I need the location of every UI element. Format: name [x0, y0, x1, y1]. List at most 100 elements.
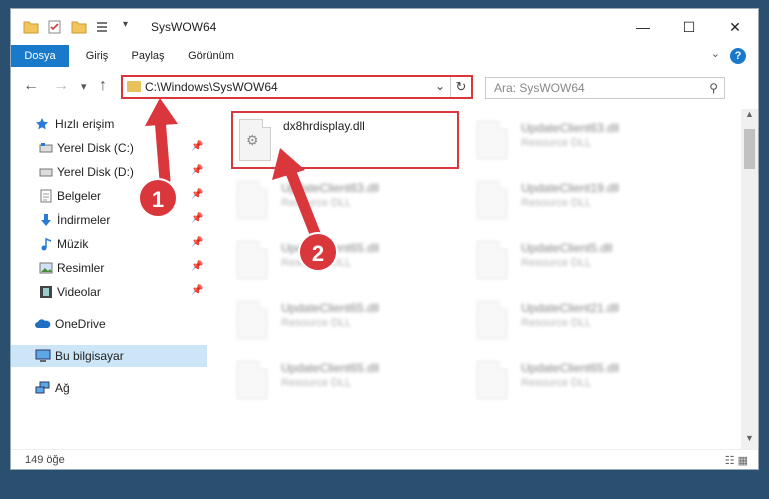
dll-file-icon: [477, 181, 507, 219]
sidebar-item-onedrive[interactable]: OneDrive: [11, 313, 207, 335]
file-item[interactable]: UpdateClient5.dll Resource DLL: [449, 237, 679, 285]
file-name: UpdateClient21.dll: [521, 301, 620, 315]
star-icon: [35, 117, 49, 131]
highlighted-file-item[interactable]: ⚙ dx8hrdisplay.dll: [231, 111, 459, 169]
file-item[interactable]: UpdateClient65.dll Resource DLL: [209, 297, 439, 345]
minimize-button[interactable]: —: [620, 9, 666, 45]
sidebar-item-label: OneDrive: [55, 317, 106, 331]
file-item[interactable]: UpdateClient65.dll Resource DLL: [449, 357, 679, 405]
sidebar-item-label: Belgeler: [57, 189, 102, 203]
dll-file-icon: [237, 361, 267, 399]
file-name: UpdateClient63.dll: [281, 181, 380, 195]
up-button[interactable]: ↑: [99, 77, 107, 95]
pin-icon: 📌: [191, 141, 204, 152]
sidebar-item-label: Resimler: [57, 261, 105, 275]
sidebar-item-downloads[interactable]: İndirmeler 📌: [11, 209, 207, 231]
refresh-button[interactable]: ↻: [450, 77, 471, 97]
chevron-down-icon[interactable]: ⌄: [711, 47, 720, 60]
file-item[interactable]: UpdateClient63.dll Resource DLL: [449, 117, 679, 165]
file-type: Resource DLL: [521, 197, 592, 209]
sidebar-item-pictures[interactable]: Resimler 📌: [11, 257, 207, 279]
tab-share[interactable]: Paylaş: [125, 45, 171, 67]
dll-file-icon: [477, 121, 507, 159]
gear-icon: ⚙: [246, 132, 259, 148]
file-type: Resource DLL: [281, 197, 352, 209]
sidebar-item-music[interactable]: Müzik 📌: [11, 233, 207, 255]
file-list: ⚙ dx8hrdisplay.dll UpdateClient63.dll Re…: [209, 109, 724, 449]
sidebar-item-label: Videolar: [57, 285, 101, 299]
scroll-thumb[interactable]: [744, 129, 755, 169]
file-item[interactable]: UpdateClient63.dll Resource DLL: [209, 177, 439, 225]
dll-file-icon: [477, 301, 507, 339]
pin-icon: 📌: [191, 189, 204, 200]
file-name: UpdateClient63.dll: [521, 121, 620, 135]
sidebar-item-label: İndirmeler: [57, 213, 111, 227]
recent-locations-button[interactable]: ▾: [81, 80, 87, 93]
sidebar-item-quick-access[interactable]: Hızlı erişim: [11, 113, 207, 135]
search-icon[interactable]: ⚲: [709, 81, 718, 95]
tab-view[interactable]: Görünüm: [181, 45, 241, 67]
dll-file-icon: [477, 361, 507, 399]
file-name: UpdateClient19.dll: [521, 181, 620, 195]
customize-chevron-icon[interactable]: ▾: [123, 19, 139, 35]
search-box[interactable]: Ara: SysWOW64 ⚲: [485, 77, 725, 99]
file-type: Resource DLL: [281, 317, 352, 329]
tab-home[interactable]: Giriş: [77, 45, 117, 67]
view-toggle-icon[interactable]: ☷ ▦: [725, 454, 748, 467]
new-folder-icon[interactable]: [71, 19, 87, 35]
tab-file[interactable]: Dosya: [11, 45, 69, 67]
file-item[interactable]: UpdateClient65.dll Resource DLL: [209, 357, 439, 405]
search-input[interactable]: Ara: SysWOW64: [494, 81, 585, 95]
back-button[interactable]: ←: [23, 77, 39, 95]
dll-file-icon: [237, 181, 267, 219]
sidebar-item-label: Yerel Disk (D:): [57, 165, 134, 179]
file-item[interactable]: UpdateClient21.dll Resource DLL: [449, 297, 679, 345]
document-icon: [39, 189, 53, 203]
pin-icon: 📌: [191, 261, 204, 272]
sidebar-item-label: Bu bilgisayar: [55, 349, 124, 363]
file-type: Resource DLL: [281, 377, 352, 389]
address-bar[interactable]: C:\Windows\SysWOW64 ⌄ ↻: [121, 75, 473, 99]
file-name: UpdateClient65.dll: [521, 361, 620, 375]
scroll-up-icon[interactable]: ▲: [741, 109, 758, 125]
explorer-window: ▾ SysWOW64 — ☐ ✕ Dosya Giriş Paylaş Görü…: [10, 8, 759, 470]
folder-icon: [23, 19, 39, 35]
sidebar-item-network[interactable]: Ağ: [11, 377, 207, 399]
quick-access-toolbar-icon[interactable]: [95, 19, 111, 35]
sidebar-item-this-pc[interactable]: Bu bilgisayar: [11, 345, 207, 367]
properties-icon[interactable]: [47, 19, 63, 35]
sidebar-item-local-disk-c[interactable]: Yerel Disk (C:) 📌: [11, 137, 207, 159]
navigation-pane: Hızlı erişim Yerel Disk (C:) 📌 Yerel Dis…: [11, 109, 207, 449]
video-icon: [39, 285, 53, 299]
help-icon[interactable]: ?: [730, 48, 746, 64]
sidebar-item-videos[interactable]: Videolar 📌: [11, 281, 207, 303]
folder-icon: [127, 81, 141, 92]
sidebar-item-label: Ağ: [55, 381, 70, 395]
scroll-down-icon[interactable]: ▼: [741, 433, 758, 449]
network-icon: [35, 381, 50, 395]
maximize-button[interactable]: ☐: [666, 9, 712, 45]
download-icon: [39, 213, 53, 227]
navigation-bar: ← → ▾ ↑ C:\Windows\SysWOW64 ⌄ ↻ Ara: Sys…: [11, 67, 758, 107]
pictures-icon: [39, 261, 53, 275]
file-item[interactable]: UpdateClient19.dll Resource DLL: [449, 177, 679, 225]
dll-file-icon: [237, 301, 267, 339]
sidebar-item-local-disk-d[interactable]: Yerel Disk (D:) 📌: [11, 161, 207, 183]
address-dropdown-icon[interactable]: ⌄: [435, 79, 445, 93]
sidebar-item-label: Yerel Disk (C:): [57, 141, 134, 155]
computer-icon: [35, 349, 51, 363]
file-type: Resource DLL: [521, 257, 592, 269]
address-path[interactable]: C:\Windows\SysWOW64: [145, 80, 278, 94]
close-button[interactable]: ✕: [712, 9, 758, 45]
pin-icon: 📌: [191, 213, 204, 224]
vertical-scrollbar[interactable]: ▲ ▼: [741, 109, 758, 449]
forward-button[interactable]: →: [53, 77, 69, 95]
pin-icon: 📌: [191, 237, 204, 248]
file-type: Resource DLL: [521, 377, 592, 389]
status-bar: 149 öğe ☷ ▦: [11, 449, 758, 469]
file-name: UpdateClient65.dll: [281, 301, 380, 315]
file-type: Resource DLL: [521, 137, 592, 149]
step-1-badge: 1: [138, 178, 178, 218]
file-name: UpdateClient65.dll: [281, 361, 380, 375]
sidebar-item-label: Müzik: [57, 237, 89, 251]
